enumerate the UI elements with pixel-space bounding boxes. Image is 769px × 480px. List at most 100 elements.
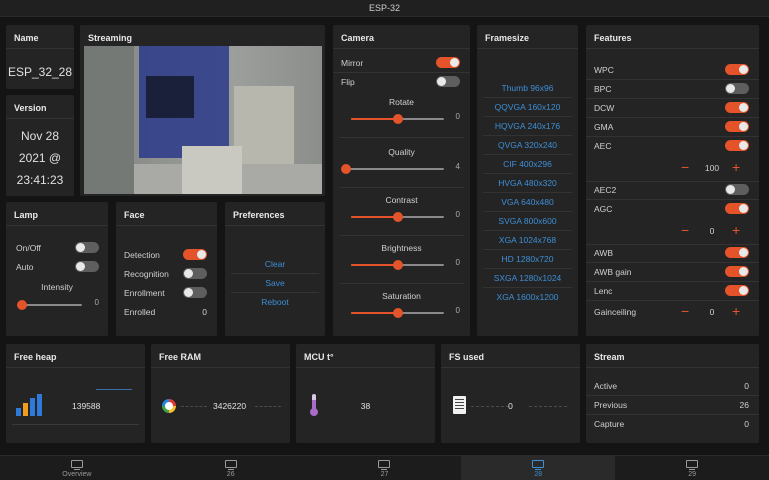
slider-label: Rotate <box>388 97 415 107</box>
dash-line <box>529 406 567 407</box>
enrollment-toggle[interactable] <box>183 287 207 298</box>
feature-label: WPC <box>594 65 614 75</box>
monitor-icon <box>532 460 545 470</box>
camera-slider[interactable] <box>351 308 444 318</box>
camera-slider[interactable] <box>341 164 444 174</box>
camera-slider[interactable] <box>351 260 444 270</box>
detection-row: Detection <box>116 246 217 265</box>
mirror-toggle[interactable] <box>436 57 460 68</box>
divider <box>339 235 464 236</box>
agc-plus-button[interactable]: + <box>732 222 740 238</box>
face-title: Face <box>124 210 145 220</box>
slider-thumb[interactable] <box>392 114 403 124</box>
aec2-toggle[interactable] <box>725 184 749 195</box>
gauge-icon <box>162 399 176 413</box>
lamp-onoff-toggle[interactable] <box>75 242 99 253</box>
version-line3: 23:41:23 <box>16 173 64 187</box>
aec-minus-button[interactable]: − <box>681 159 689 175</box>
framesize-option[interactable]: XGA 1600x1200 <box>483 288 572 307</box>
framesize-option[interactable]: HQVGA 240x176 <box>483 117 572 136</box>
streaming-title: Streaming <box>88 33 133 43</box>
gainceiling-plus-button[interactable]: + <box>732 303 740 319</box>
free-ram-card: Free RAM 3426220 <box>151 344 290 443</box>
framesize-option[interactable]: VGA 640x480 <box>483 193 572 212</box>
feature-row-wpc: WPC <box>586 61 759 80</box>
divider <box>231 273 319 274</box>
face-card: Face Detection Recognition Enrollment En… <box>116 202 217 336</box>
free-heap-title: Free heap <box>14 352 57 362</box>
slider-value: 0 <box>455 258 460 267</box>
slider-thumb[interactable] <box>392 308 403 318</box>
enrolled-value: 0 <box>202 307 207 317</box>
framesize-option[interactable]: SVGA 800x600 <box>483 212 572 231</box>
free-heap-value: 139588 <box>72 401 101 411</box>
stream-previous-value: 26 <box>739 400 749 410</box>
streaming-card: Streaming <box>80 25 325 196</box>
bpc-toggle[interactable] <box>725 83 749 94</box>
slider-thumb[interactable] <box>341 164 351 174</box>
enrollment-label: Enrollment <box>124 288 165 298</box>
recognition-toggle[interactable] <box>183 268 207 279</box>
toggle-knob <box>184 288 193 297</box>
toggle-knob <box>184 269 193 278</box>
gma-toggle[interactable] <box>725 121 749 132</box>
aec-stepper: − 100 + <box>586 159 759 177</box>
lamp-onoff-row: On/Off <box>6 239 108 258</box>
clear-button[interactable]: Clear <box>225 259 325 269</box>
slider-label: Brightness <box>381 243 422 253</box>
framesize-option[interactable]: SXGA 1280x1024 <box>483 269 572 288</box>
save-button[interactable]: Save <box>225 278 325 288</box>
tab-overview[interactable]: Overview <box>0 456 154 480</box>
window-title: ESP-32 <box>0 0 769 17</box>
framesize-option[interactable]: HVGA 480x320 <box>483 174 572 193</box>
toggle-knob <box>76 243 85 252</box>
reboot-button[interactable]: Reboot <box>225 297 325 307</box>
slider-thumb[interactable] <box>392 260 403 270</box>
framesize-option[interactable]: QVGA 320x240 <box>483 136 572 155</box>
framesize-option[interactable]: CIF 400x296 <box>483 155 572 174</box>
slider-thumb[interactable] <box>17 300 27 310</box>
tab-28[interactable]: 28 <box>461 456 616 480</box>
toggle-knob <box>739 103 748 112</box>
toggle-knob <box>739 286 748 295</box>
wpc-toggle[interactable] <box>725 64 749 75</box>
stream-video[interactable] <box>84 46 322 194</box>
intensity-slider[interactable] <box>17 300 82 310</box>
framesize-option[interactable]: HD 1280x720 <box>483 250 572 269</box>
camera-slider[interactable] <box>351 212 444 222</box>
framesize-option[interactable]: QQVGA 160x120 <box>483 98 572 117</box>
feature-label: DCW <box>594 103 615 113</box>
framesize-option[interactable]: XGA 1024x768 <box>483 231 572 250</box>
tab-label: 26 <box>226 471 235 478</box>
recognition-row: Recognition <box>116 265 217 284</box>
lamp-auto-toggle[interactable] <box>75 261 99 272</box>
aec-value: 100 <box>704 163 720 173</box>
monitor-icon <box>686 460 699 470</box>
detection-toggle[interactable] <box>183 249 207 260</box>
flip-toggle[interactable] <box>436 76 460 87</box>
stream-capture-row: Capture 0 <box>586 415 759 434</box>
slider-track <box>346 168 444 170</box>
slider-thumb[interactable] <box>392 212 403 222</box>
divider <box>339 187 464 188</box>
stream-title: Stream <box>594 352 625 362</box>
awb-gain-toggle[interactable] <box>725 266 749 277</box>
aec-plus-button[interactable]: + <box>732 159 740 175</box>
lenc-toggle[interactable] <box>725 285 749 296</box>
feature-row-awb-gain: AWB gain <box>586 263 759 282</box>
agc-minus-button[interactable]: − <box>681 222 689 238</box>
aec-toggle[interactable] <box>725 140 749 151</box>
tab-label: Overview <box>62 471 92 478</box>
tab-26[interactable]: 26 <box>154 456 308 480</box>
divider <box>477 48 578 49</box>
gainceiling-minus-button[interactable]: − <box>681 303 689 319</box>
tab-29[interactable]: 29 <box>615 456 769 480</box>
awb-toggle[interactable] <box>725 247 749 258</box>
framesize-option[interactable]: Thumb 96x96 <box>483 79 572 98</box>
intensity-label: Intensity <box>41 282 73 292</box>
divider <box>6 367 145 368</box>
dcw-toggle[interactable] <box>725 102 749 113</box>
camera-slider[interactable] <box>351 114 444 124</box>
agc-toggle[interactable] <box>725 203 749 214</box>
tab-27[interactable]: 27 <box>308 456 462 480</box>
